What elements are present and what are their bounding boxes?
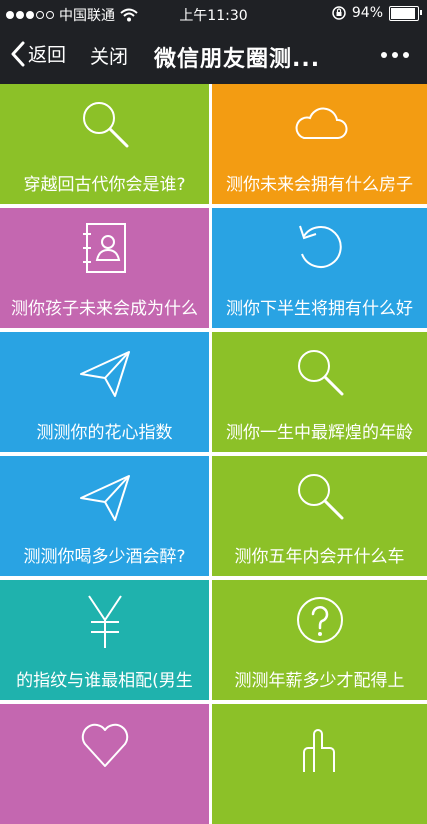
chevron-left-icon: [11, 41, 25, 66]
tile-label: 穿越回古代你会是谁?: [23, 175, 186, 195]
tile-label: 测你下半生将拥有什么好: [226, 299, 413, 319]
cloud-icon: [212, 94, 427, 154]
paper-plane-icon: [0, 342, 209, 402]
refresh-icon: [212, 218, 427, 278]
search-icon: [212, 466, 427, 526]
battery-percent: 94%: [351, 5, 383, 21]
tile-label: 测你一生中最辉煌的年龄: [226, 423, 413, 443]
tile-label: 测测年薪多少才配得上: [234, 671, 405, 691]
more-options-button[interactable]: [381, 52, 409, 58]
tile-label: 测测你的花心指数: [36, 423, 173, 443]
contact-card-icon: [0, 218, 209, 278]
search-icon: [0, 94, 209, 154]
heart-icon: [0, 714, 209, 774]
test-tile[interactable]: 测测你喝多少酒会醉?: [0, 456, 209, 576]
page-title: 微信朋友圈测...: [154, 47, 321, 72]
status-right: 94%: [332, 5, 422, 21]
back-label: 返回: [28, 44, 67, 66]
nav-bar: 返回 关闭 微信朋友圈测...: [0, 28, 427, 84]
hand-pointer-icon: [212, 714, 427, 774]
test-tile[interactable]: 测你下半生将拥有什么好: [212, 208, 427, 328]
tile-label: 测你未来会拥有什么房子: [226, 175, 413, 195]
test-tile[interactable]: 测你五年内会开什么车: [212, 456, 427, 576]
tile-label: 测测你喝多少酒会醉?: [23, 547, 186, 567]
test-tile[interactable]: 的指纹与谁最相配(男生: [0, 580, 209, 700]
tile-label: 的指纹与谁最相配(男生: [16, 671, 193, 691]
search-icon: [212, 342, 427, 402]
battery-icon: [389, 5, 422, 21]
status-bar: 中国联通 上午11:30 94%: [0, 0, 427, 28]
test-tile[interactable]: 测测年薪多少才配得上: [212, 580, 427, 700]
test-tile[interactable]: [212, 704, 427, 824]
paper-plane-icon: [0, 466, 209, 526]
yen-icon: [0, 590, 209, 650]
close-button[interactable]: 关闭: [90, 42, 128, 69]
test-tile[interactable]: 测测你的花心指数: [0, 332, 209, 452]
test-tile[interactable]: 测你未来会拥有什么房子: [212, 84, 427, 204]
question-icon: [212, 590, 427, 650]
test-tile[interactable]: [0, 704, 209, 824]
test-tile[interactable]: 穿越回古代你会是谁?: [0, 84, 209, 204]
tile-label: 测你五年内会开什么车: [234, 547, 405, 567]
test-tile[interactable]: 测你孩子未来会成为什么: [0, 208, 209, 328]
back-button[interactable]: 返回: [10, 40, 66, 67]
test-tile[interactable]: 测你一生中最辉煌的年龄: [212, 332, 427, 452]
rotation-lock-icon: [332, 6, 346, 20]
tile-label: 测你孩子未来会成为什么: [11, 299, 198, 319]
